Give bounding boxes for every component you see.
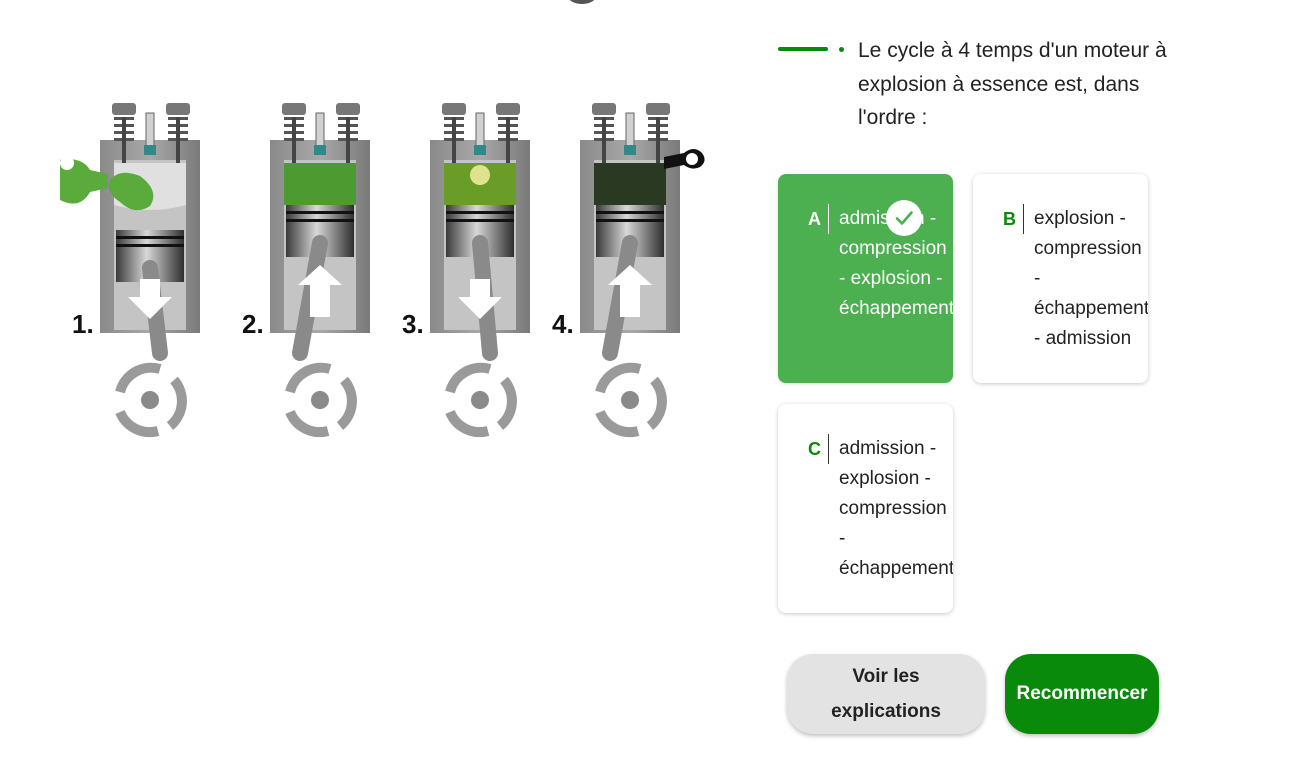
show-explanations-label-line2: explications (831, 701, 941, 722)
answer-separator (828, 204, 829, 234)
exhaust-arrow-icon (686, 153, 698, 165)
rotation-arc (285, 362, 332, 394)
piston-ring (596, 211, 664, 214)
piston-ring (116, 244, 184, 247)
valve-cap (282, 103, 306, 115)
crank-hub (471, 391, 489, 409)
answer-separator (828, 434, 829, 464)
top-indicator (563, 0, 601, 4)
valve-stem (292, 117, 296, 163)
checkmark-icon (886, 200, 922, 236)
rotation-arc (445, 362, 492, 394)
spark-plug-base (474, 145, 486, 155)
rotation-arc (496, 376, 517, 430)
piston-ring (286, 211, 354, 214)
rotation-arrows-icon (115, 362, 187, 438)
valve-cap (646, 103, 670, 115)
piston-ring (116, 236, 184, 239)
exhaust-gas (594, 163, 666, 205)
valve-stem (506, 117, 510, 163)
answer-card-c[interactable]: C admission - explosion - compression - … (778, 404, 953, 613)
rotation-arc (595, 362, 642, 394)
rotation-arc (285, 409, 330, 438)
compressed-mixture (284, 163, 356, 205)
valve-stem (602, 117, 606, 163)
piston-ring (446, 211, 514, 214)
engine-cycle-illustration: 1. 2. 3. 4. (60, 103, 705, 438)
rotation-arrows-icon (445, 362, 517, 438)
stage-number: 1. (72, 309, 94, 339)
valve-stem (656, 117, 660, 163)
rotation-arc (166, 376, 187, 430)
rotation-arrows-icon (285, 362, 357, 438)
engine-stage-3: 3. (402, 103, 530, 438)
answer-letter: B (1003, 209, 1016, 229)
stage-number: 4. (552, 309, 574, 339)
answer-letter: C (808, 439, 821, 459)
crank-hub (141, 391, 159, 409)
answer-letter: A (808, 209, 821, 229)
engine-stage-4: 4. (552, 103, 705, 438)
engine-stage-1: 1. (60, 103, 200, 438)
rotation-arrows-icon (595, 362, 667, 438)
rotation-arc (646, 376, 667, 430)
answer-card-a[interactable]: A admission - compression - explosion - … (778, 174, 953, 383)
answer-separator (1023, 204, 1024, 234)
crank-hub (311, 391, 329, 409)
valve-cap (496, 103, 520, 115)
restart-button[interactable]: Recommencer (1005, 654, 1159, 734)
spark-plug-base (624, 145, 636, 155)
show-explanations-button[interactable]: Voir les explications (787, 654, 985, 734)
valve-stem (122, 117, 126, 163)
valve-cap (166, 103, 190, 115)
answer-card-b[interactable]: B explosion - compression - échappement … (973, 174, 1148, 383)
spark-plug-base (144, 145, 156, 155)
stage-number: 3. (402, 309, 424, 339)
valve-stem (346, 117, 350, 163)
stage-number: 2. (242, 309, 264, 339)
intake-arrow-icon (60, 156, 74, 170)
question-accent-dot (839, 47, 844, 52)
valve-stem (176, 117, 180, 163)
rotation-arc (336, 376, 357, 430)
valve-cap (112, 103, 136, 115)
show-explanations-label-line1: Voir les (852, 666, 920, 687)
question-accent-line (778, 47, 828, 51)
piston-ring (596, 219, 664, 222)
valve-cap (336, 103, 360, 115)
engine-stage-2: 2. (242, 103, 370, 438)
rotation-arc (115, 409, 160, 438)
rotation-arc (445, 409, 490, 438)
crank-hub (621, 391, 639, 409)
valve-cap (592, 103, 616, 115)
spark-plug-base (314, 145, 326, 155)
answer-text: admission - explosion - compression - éc… (839, 438, 953, 579)
spark-glow (470, 165, 490, 185)
piston-ring (446, 219, 514, 222)
question-text: Le cycle à 4 temps d'un moteur à explosi… (858, 39, 1167, 129)
valve-stem (452, 117, 456, 163)
rotation-arc (595, 409, 640, 438)
valve-cap (442, 103, 466, 115)
piston-ring (286, 219, 354, 222)
answer-text: explosion - compression - échappement - … (1034, 208, 1148, 349)
rotation-arc (115, 362, 162, 394)
